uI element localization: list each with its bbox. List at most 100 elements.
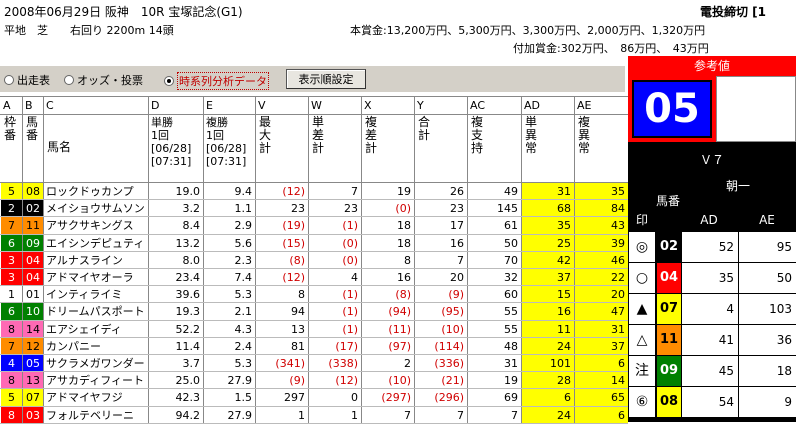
cell-ae: 39	[575, 234, 628, 252]
cell-v: (15)	[282, 236, 305, 250]
cell-a: 6	[1, 303, 22, 321]
cell-a: 1	[1, 286, 22, 304]
cell-w: (1)	[342, 305, 358, 319]
cell-v: 8	[298, 288, 305, 302]
cell-w: 1	[351, 408, 358, 422]
v7-row[interactable]: 注 09 45 18	[628, 356, 796, 386]
table-row[interactable]: 4 05 サクラメガワンダー 3.7 5.3 (341) (338) 2 (336) 31 101 6	[0, 355, 628, 373]
table-row[interactable]: 8 03 フォルテベリーニ 94.2 27.9 1 1 7 7 7 24 6	[0, 406, 628, 424]
radio-icon	[64, 75, 74, 85]
table-row[interactable]: 6 09 エイシンデピュティ 13.2 5.6 (15) (0) 18 16 50 25 39	[0, 234, 628, 252]
column-letter-w[interactable]: W	[308, 97, 361, 114]
cell-w: 0	[351, 391, 358, 405]
cell-ac: 50	[504, 236, 518, 250]
cell-c: エイシンデピュティ	[46, 236, 145, 250]
cell-v: (341)	[275, 357, 305, 370]
column-letter-y[interactable]: Y	[414, 97, 467, 114]
ae-value: 9	[739, 387, 796, 417]
cell-e: 7.4	[234, 271, 253, 284]
radio-label: オッズ・投票	[77, 74, 143, 87]
column-letter-c[interactable]: C	[43, 97, 148, 114]
cell-x: 8	[404, 253, 411, 267]
ad-value: 41	[682, 325, 738, 355]
cell-b: 01	[23, 286, 43, 304]
table-row[interactable]: 6 10 ドリームパスポート 19.3 2.1 94 (1) (94) (95) 55 16 47	[0, 303, 628, 321]
v7-row[interactable]: ⑥ 08 54 9	[628, 387, 796, 417]
v7-row[interactable]: ◎ 02 52 95	[628, 232, 796, 262]
cell-y: 17	[450, 219, 464, 233]
table-row[interactable]: 7 12 カンパニー 11.4 2.4 81 (17) (97) (114) 48 24 37	[0, 337, 628, 355]
cell-ae: 20	[575, 286, 628, 304]
radio-timeseries[interactable]: 時系列分析データ	[164, 72, 269, 90]
cell-ae: 46	[575, 251, 628, 269]
v7-row[interactable]: ▲ 07 4 103	[628, 294, 796, 324]
cell-v: 81	[291, 339, 305, 353]
table-row[interactable]: 5 08 ロックドゥカンプ 19.0 9.4 (12) 7 19 26 49 31 35	[0, 183, 628, 201]
radio-icon	[4, 75, 14, 85]
ad-value: 52	[682, 232, 738, 262]
cell-ad: 11	[522, 320, 574, 338]
column-title-fuku-line: 1回	[206, 129, 224, 142]
cell-x: (297)	[381, 391, 411, 405]
column-letter-b[interactable]: B	[22, 97, 43, 114]
v7-row[interactable]: △ 11 41 36	[628, 325, 796, 355]
horse-number: 04	[657, 263, 681, 293]
cell-v: (12)	[282, 185, 305, 198]
table-row[interactable]: 8 13 アサカディフィート 25.0 27.9 (9) (12) (10) (21) 19 28 1…	[0, 372, 628, 390]
cell-x: 19	[397, 185, 411, 198]
cell-ac: 32	[504, 271, 518, 284]
cell-w: (12)	[335, 374, 358, 388]
cell-a: 8	[1, 372, 22, 390]
table-row[interactable]: 3 04 アルナスライン 8.0 2.3 (8) (0) 8 7 70 42 46	[0, 251, 628, 269]
cell-ac: 69	[504, 391, 518, 405]
radio-label: 出走表	[17, 74, 50, 87]
table-row[interactable]: 2 02 メイショウサムソン 3.2 1.1 23 23 (0) 23 145 68 84	[0, 200, 628, 218]
cell-ac: 60	[504, 288, 518, 302]
column-letter-e[interactable]: E	[203, 97, 255, 114]
table-row[interactable]: 5 07 アドマイヤフジ 42.3 1.5 297 0 (297) (296) 69 6 65	[0, 389, 628, 407]
cell-b: 03	[23, 406, 43, 424]
column-letter-ae[interactable]: AE	[574, 97, 628, 114]
column-letter-a[interactable]: A	[0, 97, 22, 114]
column-letter-v[interactable]: V	[255, 97, 308, 114]
mark-symbol: ▲	[629, 294, 655, 324]
cell-y: (296)	[434, 391, 464, 405]
column-letter-d[interactable]: D	[148, 97, 203, 114]
v7-label: Ｖ７	[699, 153, 724, 167]
cell-y: (336)	[434, 357, 464, 370]
column-letter-ad[interactable]: AD	[521, 97, 574, 114]
radio-odds-vote[interactable]: オッズ・投票	[64, 72, 143, 88]
race-header: 2008年06月29日 阪神 10R 宝塚記念(G1) 電投締切 [1 平地 芝…	[0, 0, 796, 58]
cell-y: 16	[450, 236, 464, 250]
cell-e: 1.5	[234, 391, 253, 405]
ae-value: 50	[739, 263, 796, 293]
column-letter-x[interactable]: X	[361, 97, 414, 114]
reference-title: 参考値	[628, 56, 796, 76]
table-row[interactable]: 3 04 アドマイヤオーラ 23.4 7.4 (12) 4 16 20 32 37 22	[0, 269, 628, 287]
cell-ae: 22	[575, 269, 628, 287]
cell-ac: 145	[497, 202, 518, 216]
cell-d: 8.4	[182, 219, 201, 233]
race-title: 2008年06月29日 阪神 10R 宝塚記念(G1)	[4, 5, 243, 19]
view-control-bar: 出走表 オッズ・投票 時系列分析データ 表示順設定	[0, 66, 625, 92]
cell-v: (12)	[282, 271, 305, 284]
cell-ad: 15	[522, 286, 574, 304]
column-title-uma: 馬番	[26, 115, 39, 142]
column-letter-ac[interactable]: AC	[467, 97, 521, 114]
cell-d: 25.0	[175, 374, 201, 388]
horse-number: 08	[657, 387, 681, 417]
radio-entry-table[interactable]: 出走表	[4, 72, 50, 88]
table-row[interactable]: 1 01 インティライミ 39.6 5.3 8 (1) (8) (9) 60 15 20	[0, 286, 628, 304]
cell-d: 94.2	[175, 408, 201, 422]
cell-e: 5.3	[234, 357, 253, 370]
cell-ae: 14	[575, 372, 628, 390]
display-order-button[interactable]: 表示順設定	[286, 69, 366, 89]
cell-b: 14	[23, 320, 43, 338]
v7-row[interactable]: ○ 04 35 50	[628, 263, 796, 293]
table-row[interactable]: 7 11 アサクサキングス 8.4 2.9 (19) (1) 18 17 61 35 43	[0, 217, 628, 235]
cell-y: 26	[450, 185, 464, 198]
table-row[interactable]: 8 14 エアシェイディ 52.2 4.3 13 (1) (11) (10) 55 11 31	[0, 320, 628, 338]
cell-v: 94	[291, 305, 305, 319]
ae-value: 95	[739, 232, 796, 262]
cell-ae: 65	[575, 389, 628, 407]
